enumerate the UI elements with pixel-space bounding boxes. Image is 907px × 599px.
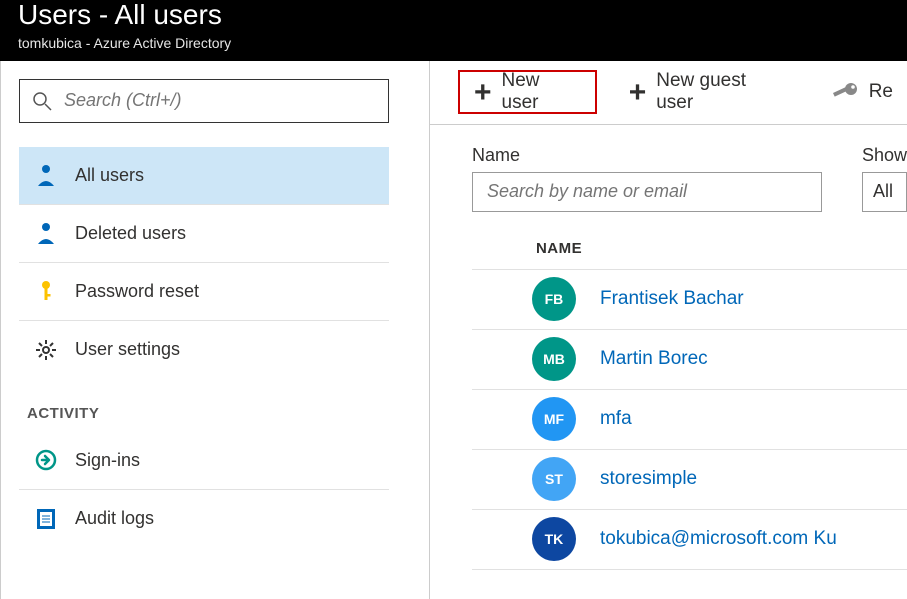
sidebar-item-label: Deleted users <box>75 223 186 244</box>
table-row[interactable]: FB Frantisek Bachar <box>472 270 907 330</box>
sidebar-item-label: Password reset <box>75 281 199 302</box>
table-row[interactable]: ST storesimple <box>472 450 907 510</box>
user-name-link[interactable]: Martin Borec <box>600 348 708 370</box>
avatar: TK <box>532 517 576 561</box>
search-icon <box>32 91 52 111</box>
user-icon <box>35 222 57 244</box>
avatar: ST <box>532 457 576 501</box>
user-icon <box>35 164 57 186</box>
user-name-link[interactable]: mfa <box>600 408 632 430</box>
filter-show-select[interactable]: All <box>862 172 907 212</box>
user-name-link[interactable]: storesimple <box>600 468 697 490</box>
table-row[interactable]: MF mfa <box>472 390 907 450</box>
sidebar-item-label: All users <box>75 165 144 186</box>
avatar: MF <box>532 397 576 441</box>
filter-show-label: Show <box>862 145 907 166</box>
gear-icon <box>35 340 57 360</box>
sidebar-item-sign-ins[interactable]: Sign-ins <box>19 432 389 490</box>
user-name-link[interactable]: tokubica@microsoft.com Ku <box>600 528 837 550</box>
new-guest-user-button[interactable]: + New guest user <box>615 70 801 114</box>
toolbar-btn-label: New user <box>502 70 581 114</box>
key-icon <box>833 81 859 103</box>
table-row[interactable]: TK tokubica@microsoft.com Ku <box>472 510 907 570</box>
sidebar-item-all-users[interactable]: All users <box>19 147 389 205</box>
sidebar-item-password-reset[interactable]: Password reset <box>19 263 389 321</box>
avatar: FB <box>532 277 576 321</box>
filter-bar: Name Show All <box>430 125 907 212</box>
key-icon <box>35 280 57 302</box>
log-icon <box>35 509 57 529</box>
plus-icon: + <box>474 85 492 100</box>
sidebar-search-input[interactable] <box>64 90 376 111</box>
sidebar-item-label: Audit logs <box>75 508 154 529</box>
signin-icon <box>35 449 57 471</box>
sidebar-item-user-settings[interactable]: User settings <box>19 321 389 379</box>
page-header: Users - All users tomkubica - Azure Acti… <box>0 0 907 61</box>
main-content: + New user + New guest user Re Name Show <box>430 61 907 599</box>
user-name-link[interactable]: Frantisek Bachar <box>600 288 744 310</box>
sidebar-search[interactable] <box>19 79 389 123</box>
sidebar-item-audit-logs[interactable]: Audit logs <box>19 490 389 548</box>
users-table: NAME FB Frantisek Bachar MB Martin Borec MF m… <box>430 240 907 570</box>
table-row[interactable]: MB Martin Borec <box>472 330 907 390</box>
toolbar-btn-label: Re <box>869 81 893 103</box>
column-header-name: NAME <box>472 240 907 270</box>
sidebar-item-label: User settings <box>75 339 180 360</box>
toolbar-btn-label: New guest user <box>656 70 786 114</box>
filter-name: Name <box>472 145 822 212</box>
sidebar: All users Deleted users Password reset U… <box>0 61 429 599</box>
plus-icon: + <box>629 85 647 100</box>
filter-show: Show All <box>862 145 907 212</box>
sidebar-section-activity: ACTIVITY <box>27 405 389 422</box>
toolbar: + New user + New guest user Re <box>430 61 907 125</box>
sidebar-item-deleted-users[interactable]: Deleted users <box>19 205 389 263</box>
filter-name-input[interactable] <box>472 172 822 212</box>
page-title: Users - All users <box>18 0 889 31</box>
sidebar-item-label: Sign-ins <box>75 450 140 471</box>
new-user-button[interactable]: + New user <box>458 70 597 114</box>
reset-password-button[interactable]: Re <box>819 70 907 114</box>
filter-name-label: Name <box>472 145 822 166</box>
filter-show-value: All <box>873 181 893 202</box>
avatar: MB <box>532 337 576 381</box>
page-subtitle: tomkubica - Azure Active Directory <box>18 35 889 51</box>
